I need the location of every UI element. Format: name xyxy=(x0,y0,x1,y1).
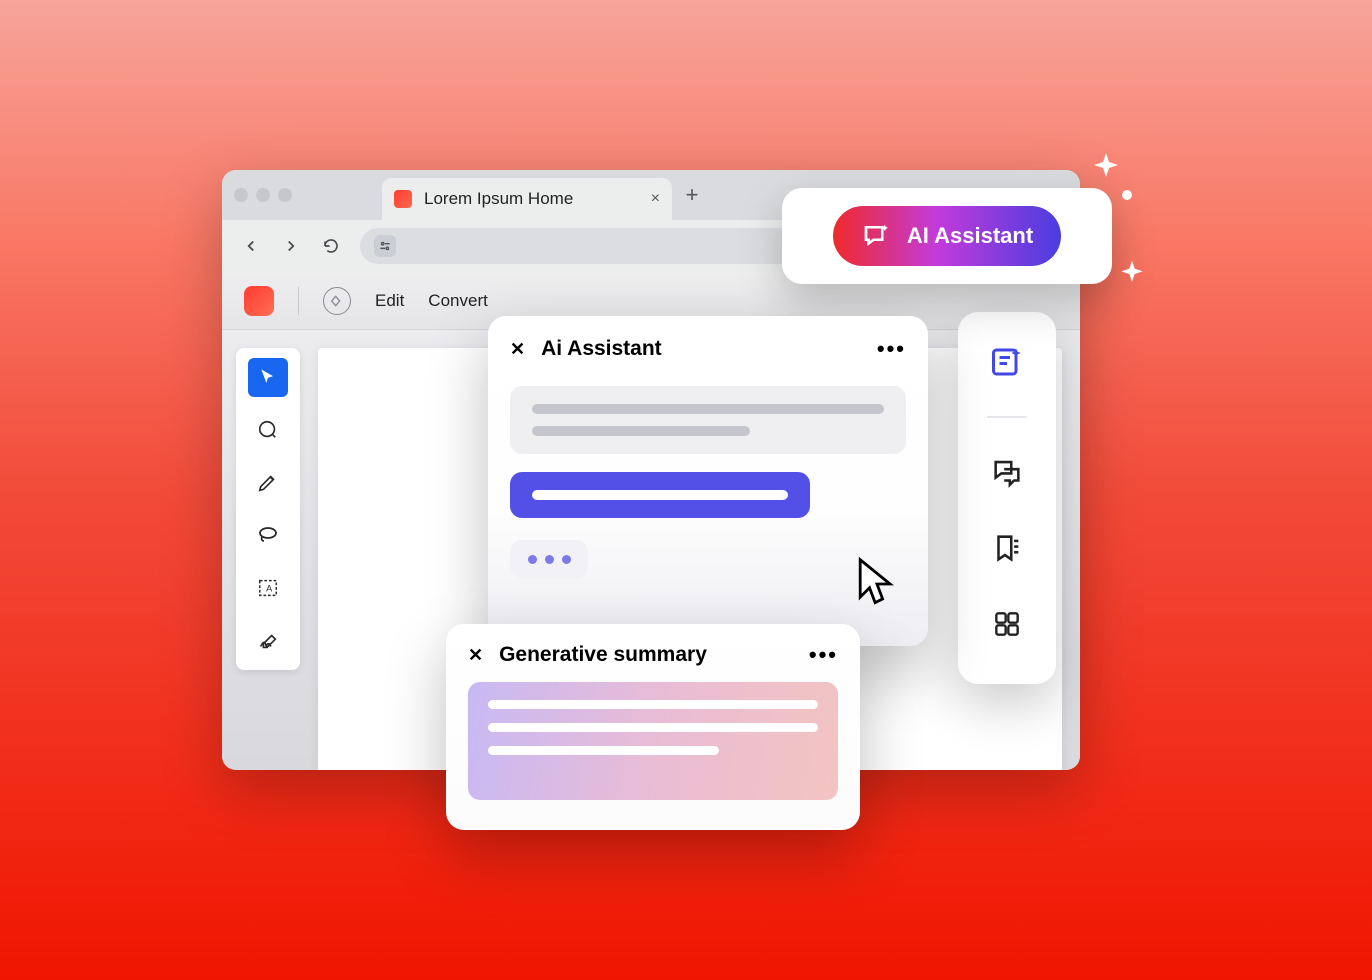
more-icon[interactable]: ••• xyxy=(877,336,906,362)
text-placeholder xyxy=(532,490,788,500)
text-area-tool[interactable]: A xyxy=(248,569,288,608)
ai-notes-icon[interactable] xyxy=(985,340,1029,384)
sign-tool[interactable] xyxy=(248,621,288,660)
highlight-tool[interactable] xyxy=(248,463,288,502)
cursor-icon xyxy=(854,556,900,612)
bookmark-icon[interactable] xyxy=(985,526,1029,570)
text-placeholder xyxy=(488,700,818,709)
svg-text:A: A xyxy=(266,584,273,594)
window-dot-2[interactable] xyxy=(256,188,270,202)
close-icon[interactable]: ✕ xyxy=(468,645,483,666)
text-placeholder xyxy=(532,426,750,436)
user-message xyxy=(510,472,810,518)
menu-edit[interactable]: Edit xyxy=(375,291,404,311)
tab-title: Lorem Ipsum Home xyxy=(424,189,639,209)
strip-divider xyxy=(987,416,1027,418)
apps-icon[interactable] xyxy=(985,602,1029,646)
typing-indicator xyxy=(510,540,588,578)
select-tool[interactable] xyxy=(248,358,288,397)
browser-tab[interactable]: Lorem Ipsum Home × xyxy=(382,178,672,220)
comments-icon[interactable] xyxy=(985,450,1029,494)
comment-tool[interactable] xyxy=(248,411,288,450)
assistant-message xyxy=(510,386,906,454)
left-toolbar: A xyxy=(236,348,300,670)
toolbar-divider xyxy=(298,287,299,315)
summary-content xyxy=(468,682,838,800)
site-settings-icon[interactable] xyxy=(374,235,396,257)
ai-assistant-button[interactable]: AI Assistant xyxy=(833,206,1061,266)
window-dot-3[interactable] xyxy=(278,188,292,202)
forward-button[interactable] xyxy=(280,235,302,257)
summary-panel-title: Generative summary xyxy=(499,643,793,667)
right-tool-strip xyxy=(958,312,1056,684)
text-placeholder xyxy=(488,723,818,732)
close-icon[interactable]: ✕ xyxy=(510,339,525,360)
text-placeholder xyxy=(532,404,884,414)
reload-button[interactable] xyxy=(320,235,342,257)
tab-favicon xyxy=(394,190,412,208)
app-logo[interactable] xyxy=(244,286,274,316)
close-tab-icon[interactable]: × xyxy=(651,190,660,208)
window-dot-1[interactable] xyxy=(234,188,248,202)
assistant-panel-title: Ai Assistant xyxy=(541,337,861,361)
pan-tool-icon[interactable] xyxy=(323,287,351,315)
back-button[interactable] xyxy=(240,235,262,257)
ai-assistant-chip: AI Assistant xyxy=(782,188,1112,284)
lasso-tool[interactable] xyxy=(248,516,288,555)
window-controls xyxy=(234,188,292,202)
menu-convert[interactable]: Convert xyxy=(428,291,488,311)
summary-panel: ✕ Generative summary ••• xyxy=(446,624,860,830)
new-tab-button[interactable]: + xyxy=(672,182,712,208)
ai-assistant-label: AI Assistant xyxy=(907,223,1033,249)
text-placeholder xyxy=(488,746,719,755)
more-icon[interactable]: ••• xyxy=(809,642,838,668)
